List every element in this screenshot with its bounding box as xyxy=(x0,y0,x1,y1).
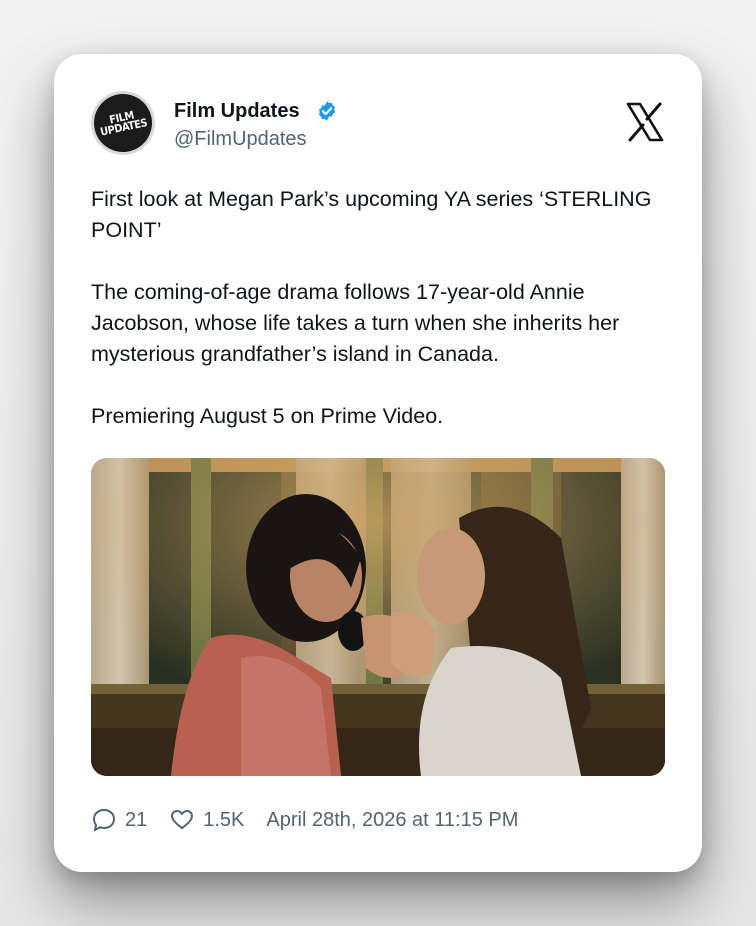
tweet-timestamp[interactable]: April 28th, 2026 at 11:15 PM xyxy=(266,809,518,832)
tweet-image[interactable] xyxy=(91,458,665,776)
reply-count: 21 xyxy=(125,808,148,831)
verified-badge-icon xyxy=(318,101,336,121)
still-photo xyxy=(91,458,665,776)
tweet-card: FILM UPDATES Film Updates @FilmUpdates F… xyxy=(54,54,702,872)
tweet-paragraph-1: First look at Megan Park’s upcoming YA s… xyxy=(91,187,652,242)
tweet-paragraph-3: Premiering August 5 on Prime Video. xyxy=(91,404,444,428)
like-stat[interactable]: 1.5K xyxy=(169,807,244,833)
tweet-text: First look at Megan Park’s upcoming YA s… xyxy=(91,184,661,463)
author-name[interactable]: Film Updates xyxy=(174,100,300,123)
tweet-paragraph-2: The coming-of-age drama follows 17-year-… xyxy=(91,280,620,366)
heart-icon xyxy=(171,810,194,829)
reply-icon xyxy=(92,808,116,832)
avatar[interactable]: FILM UPDATES xyxy=(91,91,155,155)
avatar-logo: FILM UPDATES xyxy=(94,94,152,152)
tweet-footer: 21 1.5K April 28th, 2026 at 11:15 PM xyxy=(91,806,518,834)
reply-stat[interactable]: 21 xyxy=(91,807,147,833)
author-handle[interactable]: @FilmUpdates xyxy=(174,128,307,151)
avatar-logo-text: FILM UPDATES xyxy=(98,108,148,139)
x-logo-icon[interactable] xyxy=(624,101,666,143)
like-count: 1.5K xyxy=(203,808,245,831)
